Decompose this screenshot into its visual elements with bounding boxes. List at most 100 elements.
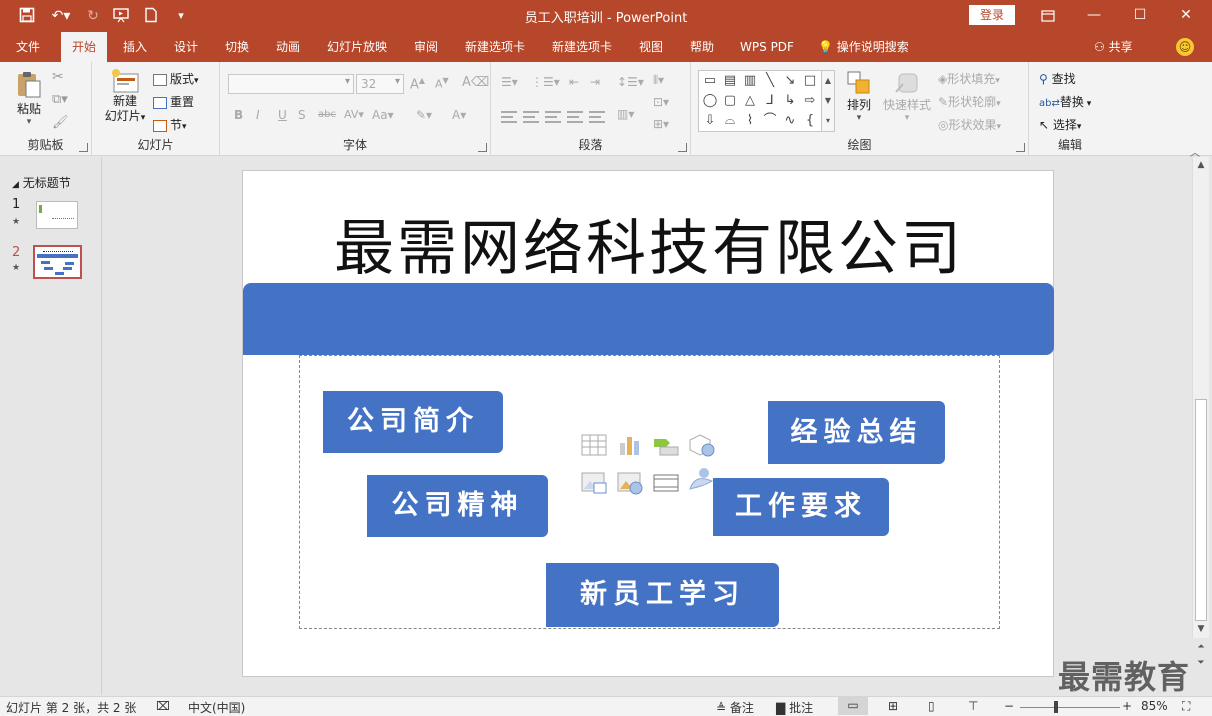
slide-thumbnail-2[interactable] [33, 245, 82, 279]
rectangle-shape-icon[interactable]: ▭ [701, 72, 719, 90]
tab-slideshow[interactable]: 幻灯片放映 [320, 32, 394, 62]
vertical-textbox-shape-icon[interactable]: ▥ [741, 72, 759, 90]
reading-view-icon[interactable]: ▯ [928, 699, 935, 713]
share-button[interactable]: ⚇ 共享 [1094, 32, 1133, 62]
align-right-icon[interactable] [545, 111, 561, 123]
elbow-connector-shape-icon[interactable]: ⅃ [761, 92, 779, 110]
smiley-feedback-icon[interactable]: ☺ [1176, 38, 1194, 56]
font-color-icon[interactable]: A▾ [452, 108, 466, 122]
item-experience-summary[interactable]: 经验总结 [768, 401, 945, 464]
zoom-slider-track[interactable] [1020, 707, 1120, 708]
new-file-icon[interactable] [142, 7, 160, 25]
select-button[interactable]: ↖ 选择▾ [1039, 116, 1081, 133]
reset-button[interactable]: 重置 [153, 93, 194, 110]
vertical-scrollbar[interactable]: ▲ ▼ [1192, 157, 1209, 638]
textbox-shape-icon[interactable]: ▤ [721, 72, 739, 90]
format-painter-icon[interactable]: 🖌 [52, 115, 69, 130]
insert-smartart-icon[interactable] [652, 433, 680, 457]
insert-online-picture-icon[interactable] [616, 471, 644, 495]
font-name-combo[interactable] [228, 74, 354, 94]
down-arrow-shape-icon[interactable]: ⇩ [701, 112, 719, 130]
line-spacing-icon[interactable]: ↕☰▾ [617, 75, 644, 89]
arrange-button[interactable]: 排列 ▾ [842, 70, 876, 123]
clipboard-launcher-icon[interactable] [79, 143, 88, 152]
text-direction-icon[interactable]: ⫴▾ [653, 73, 664, 88]
item-company-profile[interactable]: 公司简介 [323, 391, 503, 453]
highlight-icon[interactable]: ✎▾ [416, 108, 432, 122]
tell-me-search[interactable]: 💡 操作说明搜索 [818, 32, 928, 62]
login-button[interactable]: 登录 [969, 5, 1015, 25]
tab-new-tab-1[interactable]: 新建选项卡 [457, 32, 533, 62]
slide-thumbnail-1[interactable] [36, 201, 78, 229]
shape-effects-button[interactable]: ◎形状效果▾ [938, 116, 1001, 133]
spelling-check-icon[interactable]: ⌧ [156, 699, 170, 713]
fit-to-window-icon[interactable]: ⛶ [1182, 699, 1190, 714]
section-button[interactable]: 节▾ [153, 116, 187, 133]
numbering-icon[interactable]: ⋮☰▾ [531, 75, 560, 89]
bold-icon[interactable]: B [234, 108, 243, 122]
quick-styles-button[interactable]: 快速样式 ▾ [880, 70, 934, 123]
justify-icon[interactable] [567, 111, 583, 123]
tab-home[interactable]: 开始 [61, 32, 107, 62]
next-slide-icon[interactable]: ⏷ [1194, 656, 1208, 670]
cut-icon[interactable]: ✂ [52, 69, 64, 85]
redo-icon[interactable]: ↻ [84, 7, 102, 25]
insert-picture-icon[interactable] [580, 471, 608, 495]
save-icon[interactable] [18, 7, 36, 25]
align-text-icon[interactable]: ⊡▾ [653, 95, 669, 109]
item-new-employee-learning[interactable]: 新员工学习 [546, 563, 779, 627]
decrease-indent-icon[interactable]: ⇤ [569, 75, 579, 89]
slideshow-from-start-icon[interactable] [113, 7, 131, 25]
char-spacing-icon[interactable]: AV▾ [344, 108, 364, 121]
increase-indent-icon[interactable]: ⇥ [590, 75, 600, 89]
notes-button[interactable]: ≜ 备注 [716, 699, 754, 716]
minimize-icon[interactable]: — [1071, 0, 1117, 32]
slide-canvas[interactable]: 最需网络科技有限公司 公司简介 经验总结 公司精神 工作要求 新员工学习 [242, 170, 1054, 677]
zoom-slider-thumb[interactable] [1054, 701, 1058, 713]
tab-animations[interactable]: 动画 [267, 32, 309, 62]
slide-count[interactable]: 幻灯片 第 2 张，共 2 张 [6, 699, 136, 716]
shapes-gallery-scroll[interactable]: ▲ ▼ ▾ [821, 71, 834, 131]
item-work-requirements[interactable]: 工作要求 [713, 478, 889, 536]
drawing-launcher-icon[interactable] [1016, 143, 1025, 152]
shapes-gallery[interactable]: ▭ ▤ ▥ ╲ ↘ □ ◯ ▢ △ ⅃ ↳ ⇨ ⇩ ⌓ ⌇ ⌒ ∿ { ▲ ▼ ▾ [698, 70, 835, 132]
curve-shape-icon[interactable]: ∿ [781, 112, 799, 130]
shadow-icon[interactable]: S [298, 108, 306, 122]
shape-fill-button[interactable]: ◈形状填充▾ [938, 70, 1000, 87]
arrow-line-shape-icon[interactable]: ↘ [781, 72, 799, 90]
underline-icon[interactable]: U [278, 108, 287, 122]
title-banner[interactable] [243, 283, 1054, 355]
layout-button[interactable]: 版式▾ [153, 70, 199, 87]
paragraph-launcher-icon[interactable] [678, 143, 687, 152]
tab-help[interactable]: 帮助 [681, 32, 723, 62]
change-case-icon[interactable]: Aa▾ [372, 108, 394, 122]
shrink-font-icon[interactable]: A▼ [435, 76, 449, 91]
bullets-icon[interactable]: ☰▾ [501, 75, 518, 89]
undo-icon[interactable]: ↶▾ [48, 7, 74, 25]
tab-design[interactable]: 设计 [165, 32, 207, 62]
font-launcher-icon[interactable] [478, 143, 487, 152]
slideshow-view-icon[interactable]: ⊤ [968, 699, 978, 713]
slide-sorter-icon[interactable]: ⊞ [888, 699, 898, 713]
slide-title[interactable]: 最需网络科技有限公司 [243, 213, 1055, 285]
brace-shape-icon[interactable]: { [801, 112, 819, 130]
tab-transitions[interactable]: 切换 [216, 32, 258, 62]
tab-view[interactable]: 视图 [630, 32, 672, 62]
insert-3d-model-icon[interactable] [688, 433, 716, 457]
ribbon-display-options-icon[interactable] [1025, 0, 1071, 32]
zoom-out-icon[interactable]: − [1004, 699, 1014, 713]
previous-slide-icon[interactable]: ⏶ [1194, 640, 1208, 654]
square-shape-icon[interactable]: □ [801, 72, 819, 90]
zoom-in-icon[interactable]: + [1122, 699, 1132, 713]
shape-outline-button[interactable]: ✎形状轮廓▾ [938, 93, 1001, 110]
tab-new-tab-2[interactable]: 新建选项卡 [544, 32, 620, 62]
scrollbar-thumb[interactable] [1195, 399, 1207, 621]
align-left-icon[interactable] [501, 111, 517, 123]
scribble-shape-icon[interactable]: ⌇ [741, 112, 759, 130]
rounded-rect-shape-icon[interactable]: ▢ [721, 92, 739, 110]
insert-video-icon[interactable] [652, 471, 680, 495]
elbow-arrow-shape-icon[interactable]: ↳ [781, 92, 799, 110]
insert-table-icon[interactable] [580, 433, 608, 457]
scroll-up-icon[interactable]: ▲ [1193, 157, 1209, 173]
convert-smartart-icon[interactable]: ⊞▾ [653, 117, 669, 131]
